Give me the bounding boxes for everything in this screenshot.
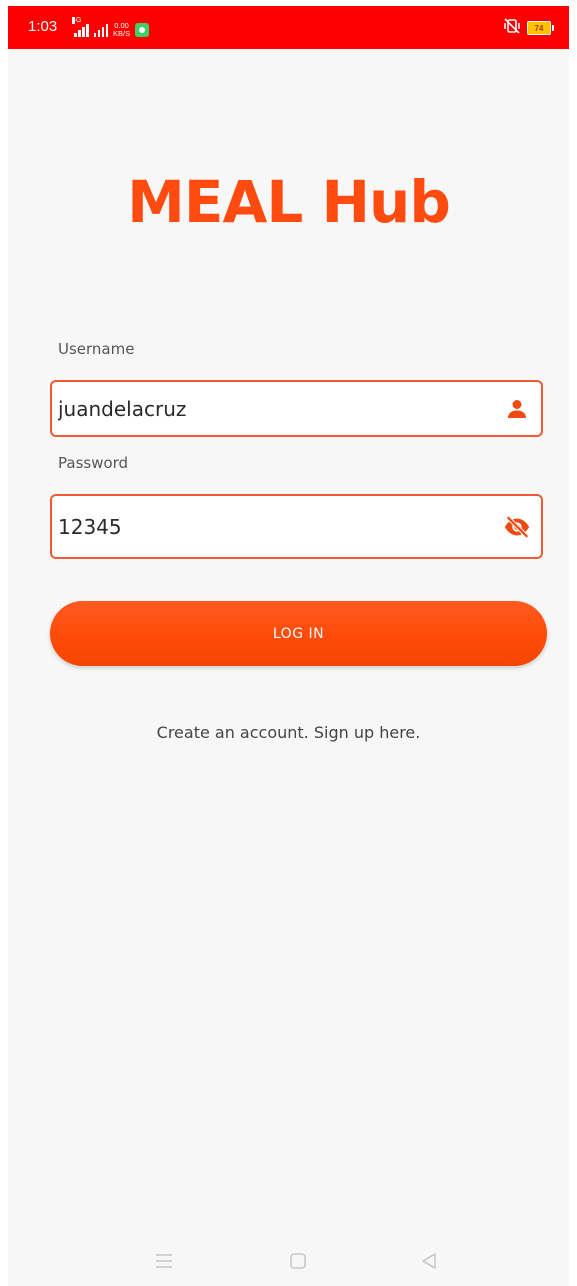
battery-level: 74 xyxy=(534,23,544,33)
back-triangle-icon[interactable] xyxy=(418,1250,440,1272)
username-field[interactable] xyxy=(50,380,543,437)
navigation-bar xyxy=(8,1236,569,1286)
username-label: Username xyxy=(58,340,135,358)
eye-off-icon[interactable] xyxy=(503,513,531,541)
network-speed-unit: KB/S xyxy=(113,28,131,38)
user-icon xyxy=(503,395,531,423)
status-icons-left: 4G 0.00 KB/S xyxy=(72,17,150,37)
network-speed: 0.00 KB/S xyxy=(113,22,130,37)
username-input[interactable] xyxy=(58,382,478,435)
network-type-label: 4G xyxy=(72,17,82,24)
status-time: 1:03 xyxy=(28,18,58,35)
signal-strength-icon: 4G xyxy=(72,17,89,37)
vibrate-off-icon xyxy=(503,18,521,38)
password-field[interactable] xyxy=(50,494,543,559)
phone-screen: 1:03 4G 0.00 KB/S 74 MEAL Hub Username j… xyxy=(8,6,569,1286)
status-bar: 1:03 4G 0.00 KB/S 74 xyxy=(8,6,569,49)
password-label: Password xyxy=(58,454,129,472)
menu-icon[interactable] xyxy=(153,1250,175,1272)
signal-strength-secondary-icon xyxy=(93,23,108,37)
app-notification-icon xyxy=(135,23,150,37)
password-input[interactable] xyxy=(58,496,478,557)
app-logo: MEAL Hub xyxy=(127,168,451,236)
status-icons-right: 74 xyxy=(503,18,554,38)
home-square-icon[interactable] xyxy=(287,1250,309,1272)
battery-icon: 74 xyxy=(527,21,554,35)
signup-link[interactable]: Create an account. Sign up here. xyxy=(8,723,569,742)
login-button[interactable]: LOG IN xyxy=(50,601,547,666)
